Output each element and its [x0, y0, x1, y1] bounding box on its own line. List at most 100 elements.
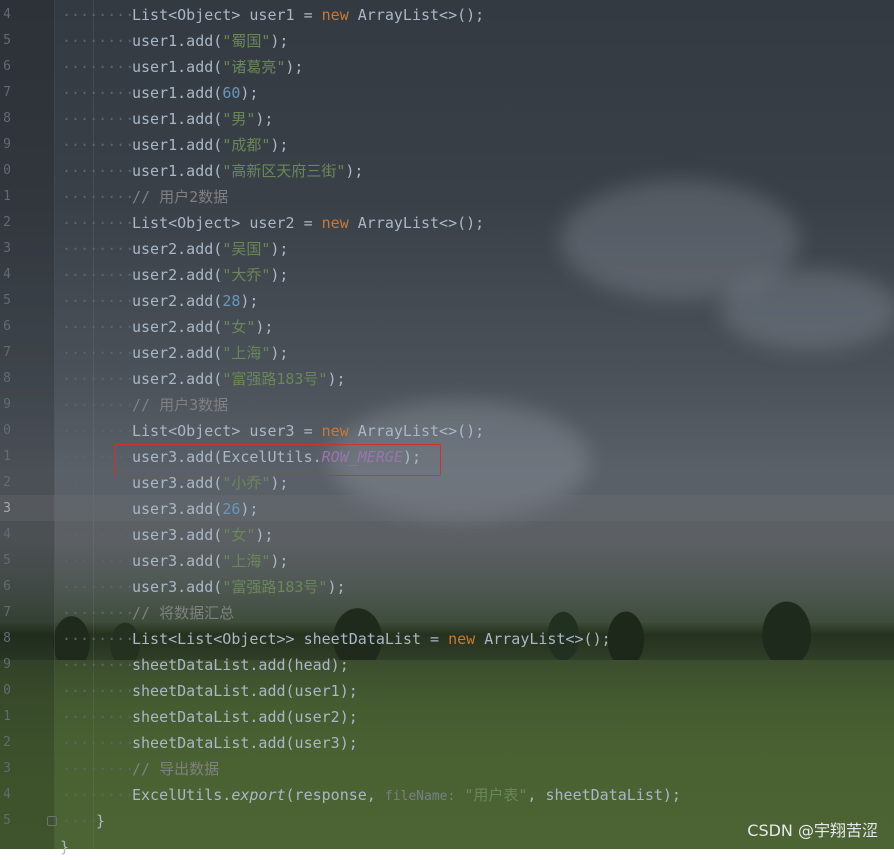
code-token: );: [255, 318, 274, 336]
code-text: user3.add("女");: [132, 522, 273, 548]
code-token: "女": [222, 526, 256, 544]
line-number: 3: [3, 761, 11, 776]
code-token: export: [231, 786, 286, 804]
code-token: sheetDataList.add(user1);: [132, 682, 358, 700]
code-token: ArrayList<>();: [348, 214, 485, 232]
code-line[interactable]: 9 ········ sheetDataList.add(head);: [0, 652, 894, 678]
code-line[interactable]: 1 ········ sheetDataList.add(user2);: [0, 704, 894, 730]
code-token: "男": [222, 110, 256, 128]
code-token: );: [240, 500, 259, 518]
code-token: user2.add(: [132, 344, 223, 362]
code-token: user3.add(: [132, 474, 223, 492]
code-token: user2.add(: [132, 240, 223, 258]
code-line[interactable]: 3 ········ user2.add("吴国");: [0, 236, 894, 262]
code-token: }: [96, 812, 106, 830]
code-token: );: [345, 162, 364, 180]
code-text: }: [60, 834, 69, 860]
code-token: );: [327, 578, 346, 596]
code-token: "小乔": [222, 474, 271, 492]
code-token: );: [270, 474, 289, 492]
whitespace-markers: ········: [62, 318, 135, 336]
code-token: List<List<Object>> sheetDataList =: [132, 630, 449, 648]
code-token: ArrayList<>();: [348, 6, 485, 24]
code-token: user1.add(: [132, 84, 223, 102]
code-line[interactable]: 4 ········ List<Object> user1 = new ArrayL…: [0, 2, 894, 28]
code-token: ArrayList<>();: [475, 630, 611, 648]
code-line[interactable]: 5 ········ user3.add("上海");: [0, 548, 894, 574]
line-number: 4: [3, 787, 11, 802]
line-number: 5: [3, 293, 11, 308]
code-text: // 用户3数据: [132, 392, 228, 418]
code-token: "诸葛亮": [222, 58, 286, 76]
code-line[interactable]: 9 ········ user1.add("成都");: [0, 132, 894, 158]
code-token: // 用户3数据: [132, 396, 229, 414]
code-token: user2.add(: [132, 318, 223, 336]
line-number: 5: [3, 553, 11, 568]
code-line[interactable]: 4 ········ user3.add("女");: [0, 522, 894, 548]
code-token: new: [321, 422, 349, 440]
code-line[interactable]: 4 ········ user2.add("大乔");: [0, 262, 894, 288]
code-token: sheetDataList.add(user3);: [132, 734, 358, 752]
code-line[interactable]: 5 ········ user1.add("蜀国");: [0, 28, 894, 54]
code-token: List<Object> user1 =: [132, 6, 322, 24]
fold-toggle-icon[interactable]: [47, 816, 57, 826]
line-number: 3: [3, 241, 11, 256]
code-line[interactable]: 3 ········// 导出数据: [0, 756, 894, 782]
code-text: user1.add("高新区天府三街");: [132, 158, 363, 184]
code-line[interactable]: 5 ········ user2.add(28);: [0, 288, 894, 314]
code-line[interactable]: 4 ········ ExcelUtils.export(response, fil…: [0, 782, 894, 808]
code-text: user1.add("蜀国");: [132, 28, 288, 54]
code-token: );: [255, 110, 274, 128]
code-text: user3.add(26);: [132, 496, 258, 522]
code-line[interactable]: 3 ········ user3.add(26);: [0, 496, 894, 522]
code-line[interactable]: 8 ········ List<List<Object>> sheetDataLis…: [0, 626, 894, 652]
whitespace-markers: ········: [62, 604, 135, 622]
code-token: );: [240, 84, 259, 102]
code-line[interactable]: 7 ········ user2.add("上海");: [0, 340, 894, 366]
code-token: new: [321, 6, 349, 24]
code-line[interactable]: 0 ········ sheetDataList.add(user1);: [0, 678, 894, 704]
code-token: user1.add(: [132, 110, 223, 128]
code-token: // 导出数据: [132, 760, 220, 778]
line-number: 6: [3, 579, 11, 594]
whitespace-markers: ········: [62, 734, 135, 752]
watermark: CSDN @宇翔苦涩: [747, 821, 878, 840]
whitespace-markers: ········: [62, 266, 135, 284]
line-number: 5: [3, 33, 11, 48]
code-line[interactable]: 8 ········ user2.add("富强路183号");: [0, 366, 894, 392]
code-line[interactable]: 2 ········ sheetDataList.add(user3);: [0, 730, 894, 756]
code-line[interactable]: 6 ········ user3.add("富强路183号");: [0, 574, 894, 600]
code-line[interactable]: 9 ········// 用户3数据: [0, 392, 894, 418]
code-line[interactable]: 0 ········ user1.add("高新区天府三街");: [0, 158, 894, 184]
code-token: 60: [222, 84, 241, 102]
code-line[interactable]: 8 ········ user1.add("男");: [0, 106, 894, 132]
code-token: user2.add(: [132, 370, 223, 388]
code-line[interactable]: 7 ········ user1.add(60);: [0, 80, 894, 106]
code-token: );: [270, 552, 289, 570]
code-text: user1.add("诸葛亮");: [132, 54, 303, 80]
code-token: "富强路183号": [222, 370, 328, 388]
code-line[interactable]: 1 ········// 用户2数据: [0, 184, 894, 210]
code-line[interactable]: 6 ········ user2.add("女");: [0, 314, 894, 340]
whitespace-markers: ········: [62, 682, 135, 700]
whitespace-markers: ········: [62, 786, 135, 804]
code-token: );: [240, 292, 259, 310]
code-line[interactable]: 0 ········ List<Object> user3 = new ArrayL…: [0, 418, 894, 444]
code-token: "上海": [222, 552, 271, 570]
code-token: (response,: [285, 786, 385, 804]
line-number: 6: [3, 319, 11, 334]
code-line[interactable]: 2 ········ List<Object> user2 = new ArrayL…: [0, 210, 894, 236]
line-number: 4: [3, 267, 11, 282]
code-text: sheetDataList.add(user2);: [132, 704, 358, 730]
code-token: sheetDataList.add(user2);: [132, 708, 358, 726]
code-text: user2.add("上海");: [132, 340, 288, 366]
whitespace-markers: ········: [62, 708, 135, 726]
whitespace-markers: ········: [62, 344, 135, 362]
code-line[interactable]: 7 ········// 将数据汇总: [0, 600, 894, 626]
code-token: user1.add(: [132, 136, 223, 154]
line-number: 2: [3, 735, 11, 750]
code-line[interactable]: 6 ········ user1.add("诸葛亮");: [0, 54, 894, 80]
parameter-hint: fileName:: [384, 789, 456, 804]
code-token: "成都": [222, 136, 271, 154]
code-token: "蜀国": [222, 32, 271, 50]
